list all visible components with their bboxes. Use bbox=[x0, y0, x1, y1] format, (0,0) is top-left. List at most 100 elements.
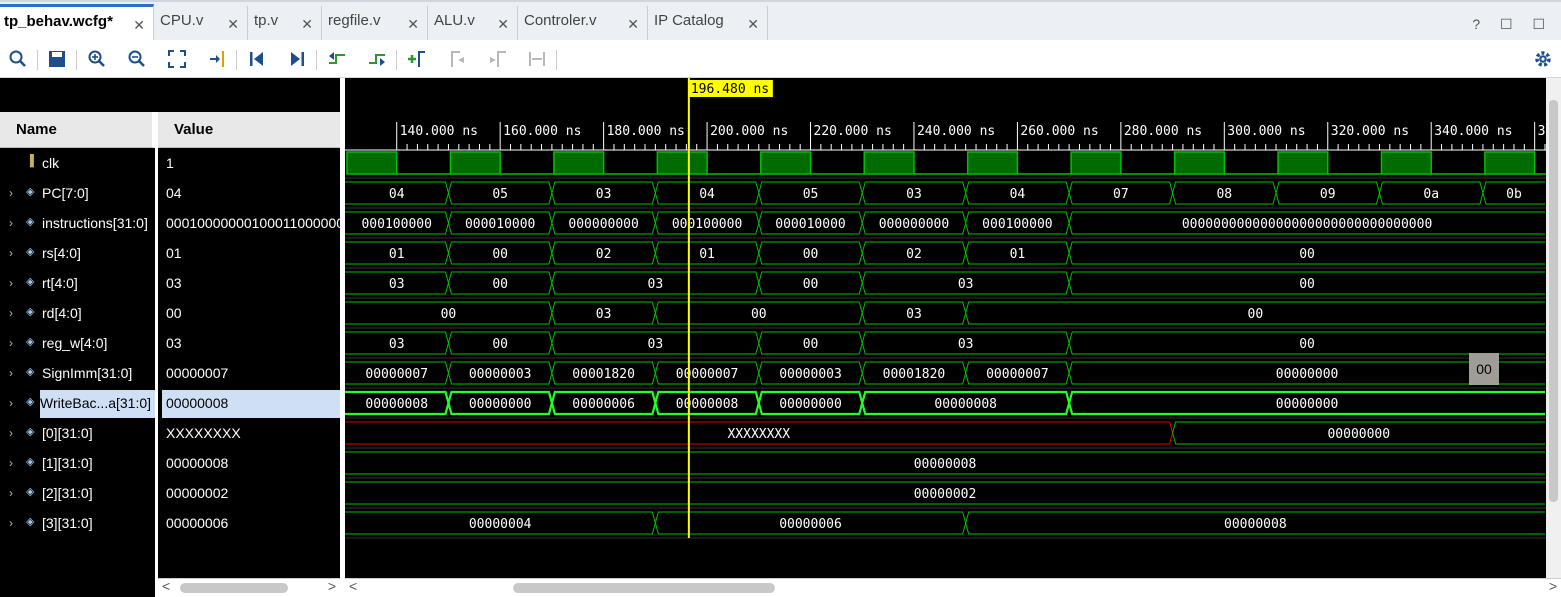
bus-signal-icon: ◈ bbox=[26, 216, 35, 228]
signal-name: [2][31:0] bbox=[42, 485, 93, 501]
signal-name: reg_w[4:0] bbox=[42, 335, 108, 351]
tab-alu-v[interactable]: ALU.v ✕ bbox=[430, 6, 518, 40]
zoom-in-icon[interactable] bbox=[86, 48, 108, 70]
bus-value-label: 05 bbox=[803, 187, 819, 202]
zoom-out-icon[interactable] bbox=[126, 48, 148, 70]
tab-label: CPU.v bbox=[160, 12, 204, 29]
close-icon[interactable]: ✕ bbox=[227, 16, 239, 33]
clock-signal-icon: ▐ bbox=[26, 155, 34, 167]
bus-value-label: 00000006 bbox=[572, 397, 635, 412]
signal-list-horizontal-scrollbar[interactable]: < > bbox=[158, 578, 340, 597]
expand-arrow-icon[interactable]: › bbox=[9, 426, 13, 440]
close-icon[interactable]: ✕ bbox=[133, 17, 145, 34]
value-column-header[interactable]: Value bbox=[158, 112, 340, 148]
waveform-plot[interactable]: 140.000 ns 160.000 ns 180.000 ns 200.000 ns… bbox=[345, 78, 1546, 578]
go-to-end-icon[interactable] bbox=[286, 48, 308, 70]
save-icon[interactable] bbox=[46, 48, 68, 70]
expand-arrow-icon[interactable]: › bbox=[9, 336, 13, 350]
search-icon[interactable] bbox=[7, 48, 29, 70]
expand-arrow-icon[interactable]: › bbox=[9, 516, 13, 530]
tick-label: 280.000 ns bbox=[1124, 124, 1202, 139]
signal-row[interactable]: › ◈ reg_w[4:0] 03 bbox=[0, 329, 340, 359]
bus-value-label: 000100000 bbox=[672, 217, 742, 232]
signal-value: 00000002 bbox=[166, 485, 229, 501]
signal-value: XXXXXXXX bbox=[166, 425, 241, 441]
signal-row[interactable]: › ◈ rs[4:0] 01 bbox=[0, 239, 340, 269]
signal-name: clk bbox=[42, 155, 60, 171]
signal-name: [0][31:0] bbox=[42, 425, 93, 441]
expand-arrow-icon[interactable]: › bbox=[9, 486, 13, 500]
expand-arrow-icon[interactable]: › bbox=[9, 246, 13, 260]
signal-row[interactable]: › ◈ [3][31:0] 00000006 bbox=[0, 509, 340, 539]
tick-label: 140.000 ns bbox=[400, 124, 478, 139]
bus-signal-icon: ◈ bbox=[26, 306, 35, 318]
expand-arrow-icon[interactable]: › bbox=[9, 366, 13, 380]
bus-value-label: 00000000 bbox=[779, 397, 842, 412]
next-transition-icon[interactable] bbox=[366, 48, 388, 70]
bus-value-label: 00000008 bbox=[676, 397, 739, 412]
tab-ip-catalog[interactable]: IP Catalog ✕ bbox=[650, 6, 768, 40]
close-icon[interactable]: ✕ bbox=[301, 16, 313, 33]
go-to-start-icon[interactable] bbox=[246, 48, 268, 70]
signal-row[interactable]: › ◈ instructions[31:0] 00010000000100011000… bbox=[0, 209, 340, 239]
signal-row[interactable]: › ◈ rd[4:0] 00 bbox=[0, 299, 340, 329]
close-icon[interactable]: ✕ bbox=[627, 16, 639, 33]
bus-value-label: 000100000 bbox=[361, 217, 431, 232]
close-icon[interactable]: ✕ bbox=[497, 16, 509, 33]
bus-value-label: 03 bbox=[389, 277, 405, 292]
tab-tp-v[interactable]: tp.v ✕ bbox=[250, 6, 322, 40]
expand-arrow-icon[interactable]: › bbox=[9, 396, 13, 410]
tab-cpu-v[interactable]: CPU.v ✕ bbox=[156, 6, 248, 40]
waveform-horizontal-scrollbar[interactable]: < > bbox=[345, 578, 1561, 597]
go-to-cursor-icon[interactable] bbox=[206, 48, 228, 70]
tab-controler-v[interactable]: Controler.v ✕ bbox=[520, 6, 648, 40]
bus-value-label: 00 bbox=[492, 337, 508, 352]
bus-value-label: 0b bbox=[1506, 187, 1522, 202]
bus-value-label: 09 bbox=[1320, 187, 1336, 202]
tab-regfile-v[interactable]: regfile.v ✕ bbox=[324, 6, 428, 40]
close-icon[interactable]: ✕ bbox=[747, 16, 759, 33]
expand-arrow-icon[interactable]: › bbox=[9, 456, 13, 470]
bus-value-label: 02 bbox=[906, 247, 922, 262]
editor-tab-bar: tp_behav.wcfg* ✕ CPU.v ✕ tp.v ✕ regfile.… bbox=[0, 0, 1561, 42]
clock-high-pulse bbox=[1277, 151, 1329, 175]
signal-row[interactable]: › ◈ PC[7:0] 04 bbox=[0, 179, 340, 209]
name-column-header[interactable]: Name bbox=[0, 112, 155, 148]
clock-high-pulse bbox=[1070, 151, 1122, 175]
bus-value-label: 00000000000000000000000000000000 bbox=[1182, 217, 1432, 232]
tab-label: regfile.v bbox=[328, 12, 381, 29]
bus-value-label: 00000008 bbox=[365, 397, 428, 412]
bus-value-label: 00000000 bbox=[1276, 367, 1339, 382]
previous-transition-icon[interactable] bbox=[326, 48, 348, 70]
bus-signal-icon: ◈ bbox=[26, 276, 35, 288]
signal-row[interactable]: › ◈ [2][31:0] 00000002 bbox=[0, 479, 340, 509]
settings-icon[interactable] bbox=[1532, 48, 1554, 70]
expand-arrow-icon[interactable]: › bbox=[9, 186, 13, 200]
signal-row[interactable]: › ◈ [1][31:0] 00000008 bbox=[0, 449, 340, 479]
signal-row[interactable]: ▐ clk 1 bbox=[0, 149, 340, 179]
expand-arrow-icon[interactable]: › bbox=[9, 306, 13, 320]
expand-arrow-icon[interactable]: › bbox=[9, 216, 13, 230]
signal-row[interactable]: › ◈ [0][31:0] XXXXXXXX bbox=[0, 419, 340, 449]
signal-row[interactable]: › ◈ rt[4:0] 03 bbox=[0, 269, 340, 299]
waveform-vertical-scrollbar[interactable] bbox=[1546, 78, 1561, 578]
bus-value-label: 000100000 bbox=[982, 217, 1052, 232]
tab-label: Controler.v bbox=[524, 12, 597, 29]
bus-value-label: 00 bbox=[803, 337, 819, 352]
tab-tp-behav-wcfg[interactable]: tp_behav.wcfg* ✕ bbox=[0, 4, 154, 42]
signal-value: 03 bbox=[166, 275, 182, 291]
bus-value-label: 03 bbox=[958, 337, 974, 352]
close-icon[interactable]: ✕ bbox=[407, 16, 419, 33]
bus-value-label: 00000008 bbox=[1224, 517, 1287, 532]
zoom-fit-icon[interactable] bbox=[166, 48, 188, 70]
signal-row[interactable]: › ◈ WriteBac...a[31:0] 00000008 bbox=[0, 389, 340, 419]
waveform-canvas[interactable]: 140.000 ns 160.000 ns 180.000 ns 200.000 ns… bbox=[345, 78, 1561, 597]
window-controls[interactable]: ? ☐ ☐ bbox=[1472, 16, 1553, 33]
bus-value-label: 00000007 bbox=[365, 367, 428, 382]
tick-label: 240.000 ns bbox=[917, 124, 995, 139]
bus-signal-icon: ◈ bbox=[26, 456, 35, 468]
add-marker-icon[interactable] bbox=[406, 48, 428, 70]
expand-arrow-icon[interactable]: › bbox=[9, 276, 13, 290]
signal-row[interactable]: › ◈ SignImm[31:0] 00000007 bbox=[0, 359, 340, 389]
signal-name: SignImm[31:0] bbox=[42, 365, 133, 381]
